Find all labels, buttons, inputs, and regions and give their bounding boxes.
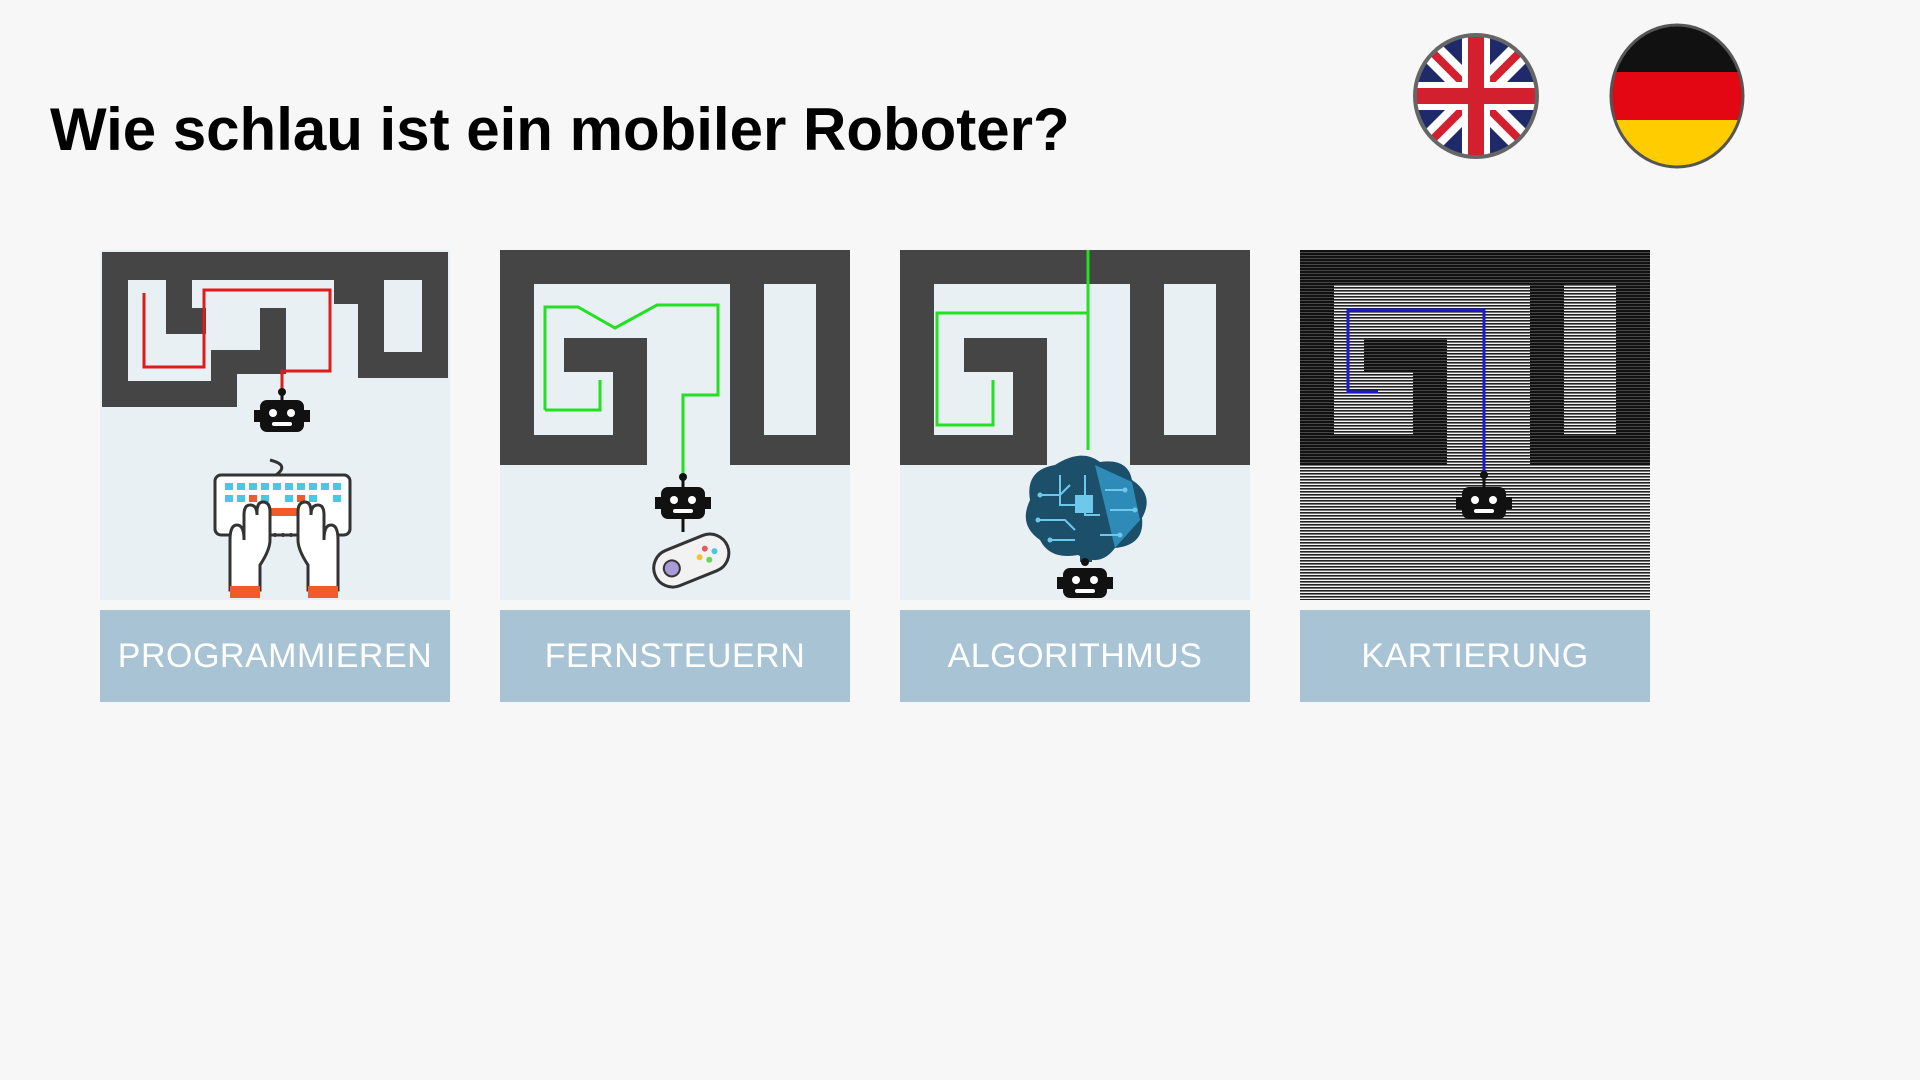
mapping-maze-illustration xyxy=(1300,250,1650,600)
card-programmieren[interactable]: PROGRAMMIEREN xyxy=(100,250,450,702)
card-kartierung[interactable]: KARTIERUNG xyxy=(1300,250,1650,702)
card-label: PROGRAMMIEREN xyxy=(100,610,450,702)
english-flag-icon[interactable] xyxy=(1410,30,1542,162)
algorithm-maze-illustration xyxy=(900,250,1250,600)
page-title: Wie schlau ist ein mobiler Roboter? xyxy=(50,96,1070,163)
remote-control-maze-illustration xyxy=(500,250,850,600)
card-fernsteuern[interactable]: FERNSTEUERN xyxy=(500,250,850,702)
card-algorithmus[interactable]: ALGORITHMUS xyxy=(900,250,1250,702)
scanlines-map-icon xyxy=(1300,250,1650,600)
programming-maze-illustration xyxy=(100,250,450,600)
card-label: KARTIERUNG xyxy=(1300,610,1650,702)
card-label: FERNSTEUERN xyxy=(500,610,850,702)
card-label: ALGORITHMUS xyxy=(900,610,1250,702)
german-flag-icon[interactable] xyxy=(1608,22,1746,170)
